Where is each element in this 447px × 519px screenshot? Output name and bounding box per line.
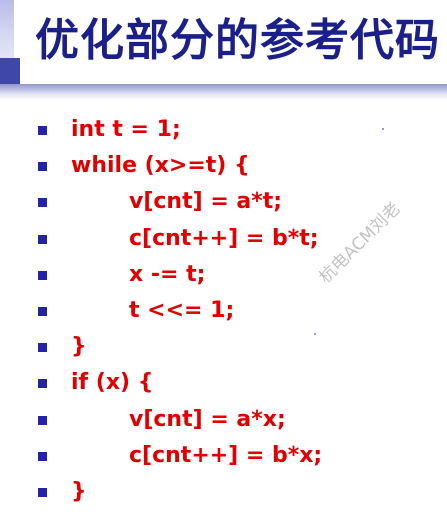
- code-text: int t = 1;: [71, 117, 181, 142]
- code-line: }: [0, 329, 447, 365]
- bullet-icon: [38, 487, 47, 497]
- code-line: int t = 1;: [0, 112, 447, 148]
- slide-title: 优化部分的参考代码: [35, 15, 440, 66]
- bullet-icon: [38, 379, 47, 389]
- code-line: x -= t;: [0, 257, 447, 293]
- code-text: v[cnt] = a*x;: [129, 406, 286, 432]
- bullet-icon: [38, 162, 47, 172]
- header-accent-square: [0, 58, 20, 84]
- bullet-icon: [38, 198, 47, 208]
- title-underline: [0, 84, 447, 100]
- bullet-icon: [38, 451, 47, 461]
- code-text: }: [71, 478, 87, 504]
- code-listing: int t = 1; while (x>=t) { v[cnt] = a*t; …: [0, 112, 447, 510]
- decorative-dot: [382, 128, 384, 130]
- code-line: while (x>=t) {: [0, 148, 447, 184]
- code-text: while (x>=t) {: [71, 153, 250, 179]
- bullet-icon: [38, 306, 47, 316]
- decorative-dot: [314, 333, 316, 335]
- bullet-icon: [38, 234, 47, 244]
- bullet-icon: [38, 270, 47, 280]
- bullet-icon: [38, 126, 47, 135]
- code-line: v[cnt] = a*x;: [0, 402, 447, 438]
- code-text: c[cnt++] = b*x;: [129, 442, 323, 468]
- code-line: c[cnt++] = b*x;: [0, 438, 447, 474]
- code-line: if (x) {: [0, 365, 447, 401]
- bullet-icon: [38, 343, 47, 353]
- code-text: }: [71, 334, 87, 360]
- code-text: v[cnt] = a*t;: [129, 189, 283, 215]
- code-line: t <<= 1;: [0, 293, 447, 329]
- code-text: t <<= 1;: [129, 297, 235, 323]
- code-text: if (x) {: [71, 370, 154, 396]
- code-text: x -= t;: [129, 261, 206, 287]
- code-text: c[cnt++] = b*t;: [129, 225, 319, 251]
- bullet-icon: [38, 415, 47, 425]
- code-line: }: [0, 474, 447, 510]
